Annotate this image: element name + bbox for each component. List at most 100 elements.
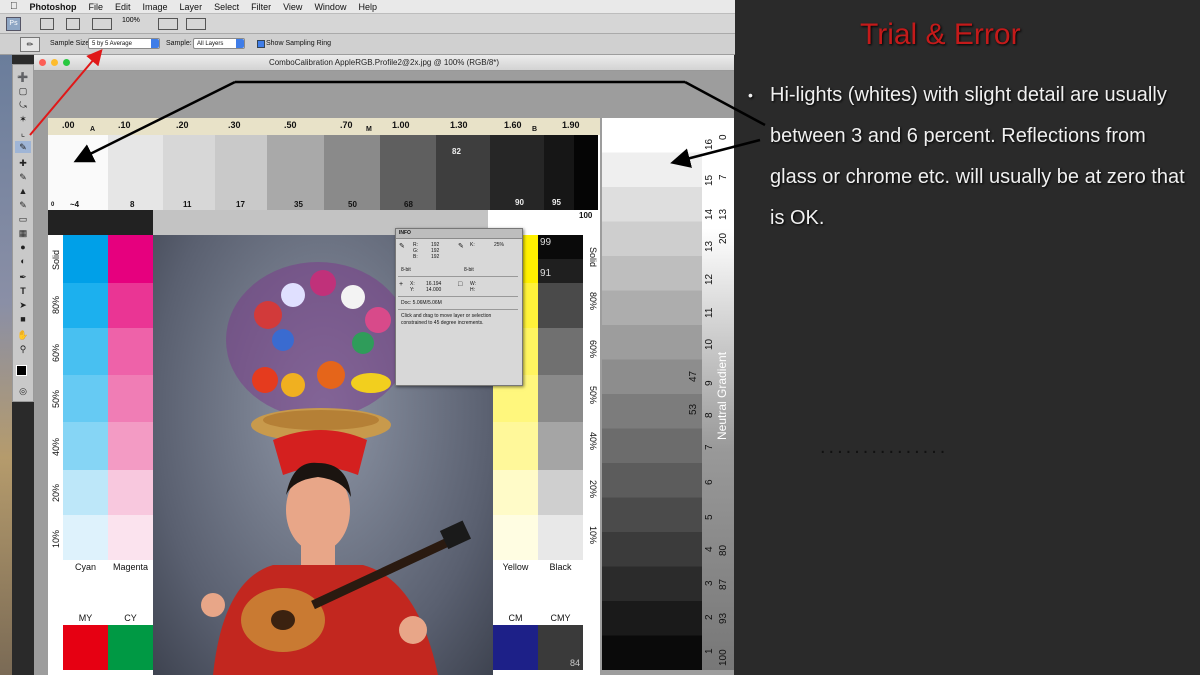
cyan-patch <box>63 235 108 283</box>
percent-label: 20% <box>51 483 61 502</box>
hand-tool-icon[interactable]: ✋ <box>15 329 31 341</box>
eyedropper-icon: ✎ <box>458 243 464 250</box>
gradient-step-swatch <box>602 463 702 498</box>
green-patch <box>108 625 153 670</box>
gradient-step: 11 <box>704 307 715 318</box>
percent-label: 60% <box>588 340 598 359</box>
bit-depth-right: 8-bit <box>464 267 474 273</box>
cy-label: CY <box>124 613 137 623</box>
gradient-value: 87 <box>718 578 729 590</box>
percent-label: 50% <box>51 389 61 408</box>
annotation-arrows <box>29 48 766 168</box>
cyan-patch <box>63 283 108 328</box>
black-patch <box>538 328 583 375</box>
black-patch <box>538 422 583 470</box>
crosshair-icon: + <box>399 281 404 288</box>
gradient-step: 12 <box>704 273 715 285</box>
gradient-value: 47 <box>688 370 699 382</box>
slide-title: Trial & Error <box>860 18 1021 51</box>
percent-label: 50 <box>348 200 357 209</box>
percent-label: 17 <box>236 200 245 209</box>
gradient-step-swatch <box>602 532 702 567</box>
gradient-step: 13 <box>704 240 715 252</box>
gradient-step: 6 <box>704 479 715 485</box>
info-panel-title: INFO <box>399 230 411 236</box>
b-value: 192 <box>431 254 440 260</box>
type-tool-icon[interactable]: T <box>15 285 31 297</box>
magenta-patch <box>108 328 153 375</box>
bullet-icon: • <box>748 87 753 103</box>
cyan-patch <box>63 515 108 560</box>
zoom-tool-icon[interactable]: ⚲ <box>15 343 31 355</box>
history-brush-tool-icon[interactable]: ✎ <box>15 199 31 211</box>
gradient-step: 10 <box>704 338 715 350</box>
divider <box>398 296 518 297</box>
percent-label: 100 <box>579 211 593 220</box>
cyan-patch <box>63 328 108 375</box>
magenta-patch <box>108 515 153 560</box>
yellow-patch <box>493 470 538 515</box>
gradient-value: 80 <box>718 544 729 556</box>
gradient-step: 3 <box>704 580 715 586</box>
percent-label: 40% <box>588 432 598 451</box>
bit-depth-left: 8-bit <box>401 267 411 273</box>
info-panel-header[interactable]: INFO <box>396 229 522 239</box>
slide-bullet: • Hi-lights (whites) with slight detail … <box>748 75 1188 239</box>
gradient-value: 20 <box>718 232 729 244</box>
percent-label: 20% <box>588 480 598 499</box>
cyan-patch <box>63 422 108 470</box>
b-label: B: <box>413 254 418 260</box>
percent-label: 50% <box>588 386 598 405</box>
gradient-value: 100 <box>718 649 729 666</box>
eyedropper-icon: ✎ <box>399 243 405 250</box>
cyan-patch <box>63 470 108 515</box>
black-patch <box>538 470 583 515</box>
gradient-step-swatch <box>602 497 702 533</box>
magenta-label: Magenta <box>112 562 149 572</box>
gradient-step: 4 <box>704 546 715 552</box>
info-panel[interactable]: INFO ✎ R: 192 G: 192 B: 192 ✎ K: 25% 8-b… <box>395 228 523 386</box>
magenta-patch <box>108 375 153 422</box>
shape-tool-icon[interactable]: ■ <box>15 313 31 325</box>
path-selection-tool-icon[interactable]: ➤ <box>15 299 31 311</box>
magenta-patch <box>108 235 153 283</box>
gradient-tool-icon[interactable]: ▦ <box>15 227 31 239</box>
y-value: 14.000 <box>426 287 442 293</box>
percent-label: 68 <box>404 200 413 209</box>
foreground-color-swatch[interactable] <box>16 365 27 376</box>
dodge-tool-icon[interactable]: ◐ <box>15 255 31 267</box>
gradient-step: 9 <box>704 380 715 386</box>
dotted-line: ............... <box>820 436 949 458</box>
black-patch <box>538 375 583 422</box>
cm-label: CM <box>508 613 523 623</box>
magenta-patch <box>108 470 153 515</box>
y-label: Y: <box>410 287 415 293</box>
k-value: 25% <box>494 242 505 248</box>
gradient-step: 14 <box>704 208 715 220</box>
neutral-gradient-label: Neutral Gradient <box>715 351 729 440</box>
blur-tool-icon[interactable]: ● <box>15 241 31 253</box>
gradient-step-swatch <box>602 221 702 257</box>
gradient-step-swatch <box>602 256 702 291</box>
eraser-tool-icon[interactable]: ▭ <box>15 213 31 225</box>
my-label: MY <box>78 613 93 623</box>
dark-bar <box>48 210 153 235</box>
gradient-step-swatch <box>602 394 702 429</box>
slide-bullet-text: Hi-lights (whites) with slight detail ar… <box>770 84 1185 229</box>
red-patch <box>63 625 108 670</box>
cyan-label: Cyan <box>74 562 96 572</box>
pen-tool-icon[interactable]: ✒ <box>15 271 31 283</box>
blue-patch <box>493 625 538 670</box>
yellow-patch <box>493 422 538 470</box>
quick-mask-icon[interactable]: ◎ <box>15 385 31 397</box>
k-label: K: <box>470 242 475 248</box>
gradient-step-swatch <box>602 566 702 602</box>
gradient-step-swatch <box>602 428 702 464</box>
magenta-patch <box>108 283 153 328</box>
gradient-step-swatch <box>602 635 702 671</box>
percent-label: 60% <box>51 343 61 362</box>
gradient-step: 7 <box>704 444 715 450</box>
gradient-value: 93 <box>718 612 729 624</box>
yellow-label: Yellow <box>502 562 529 572</box>
gradient-step-swatch <box>602 290 702 326</box>
